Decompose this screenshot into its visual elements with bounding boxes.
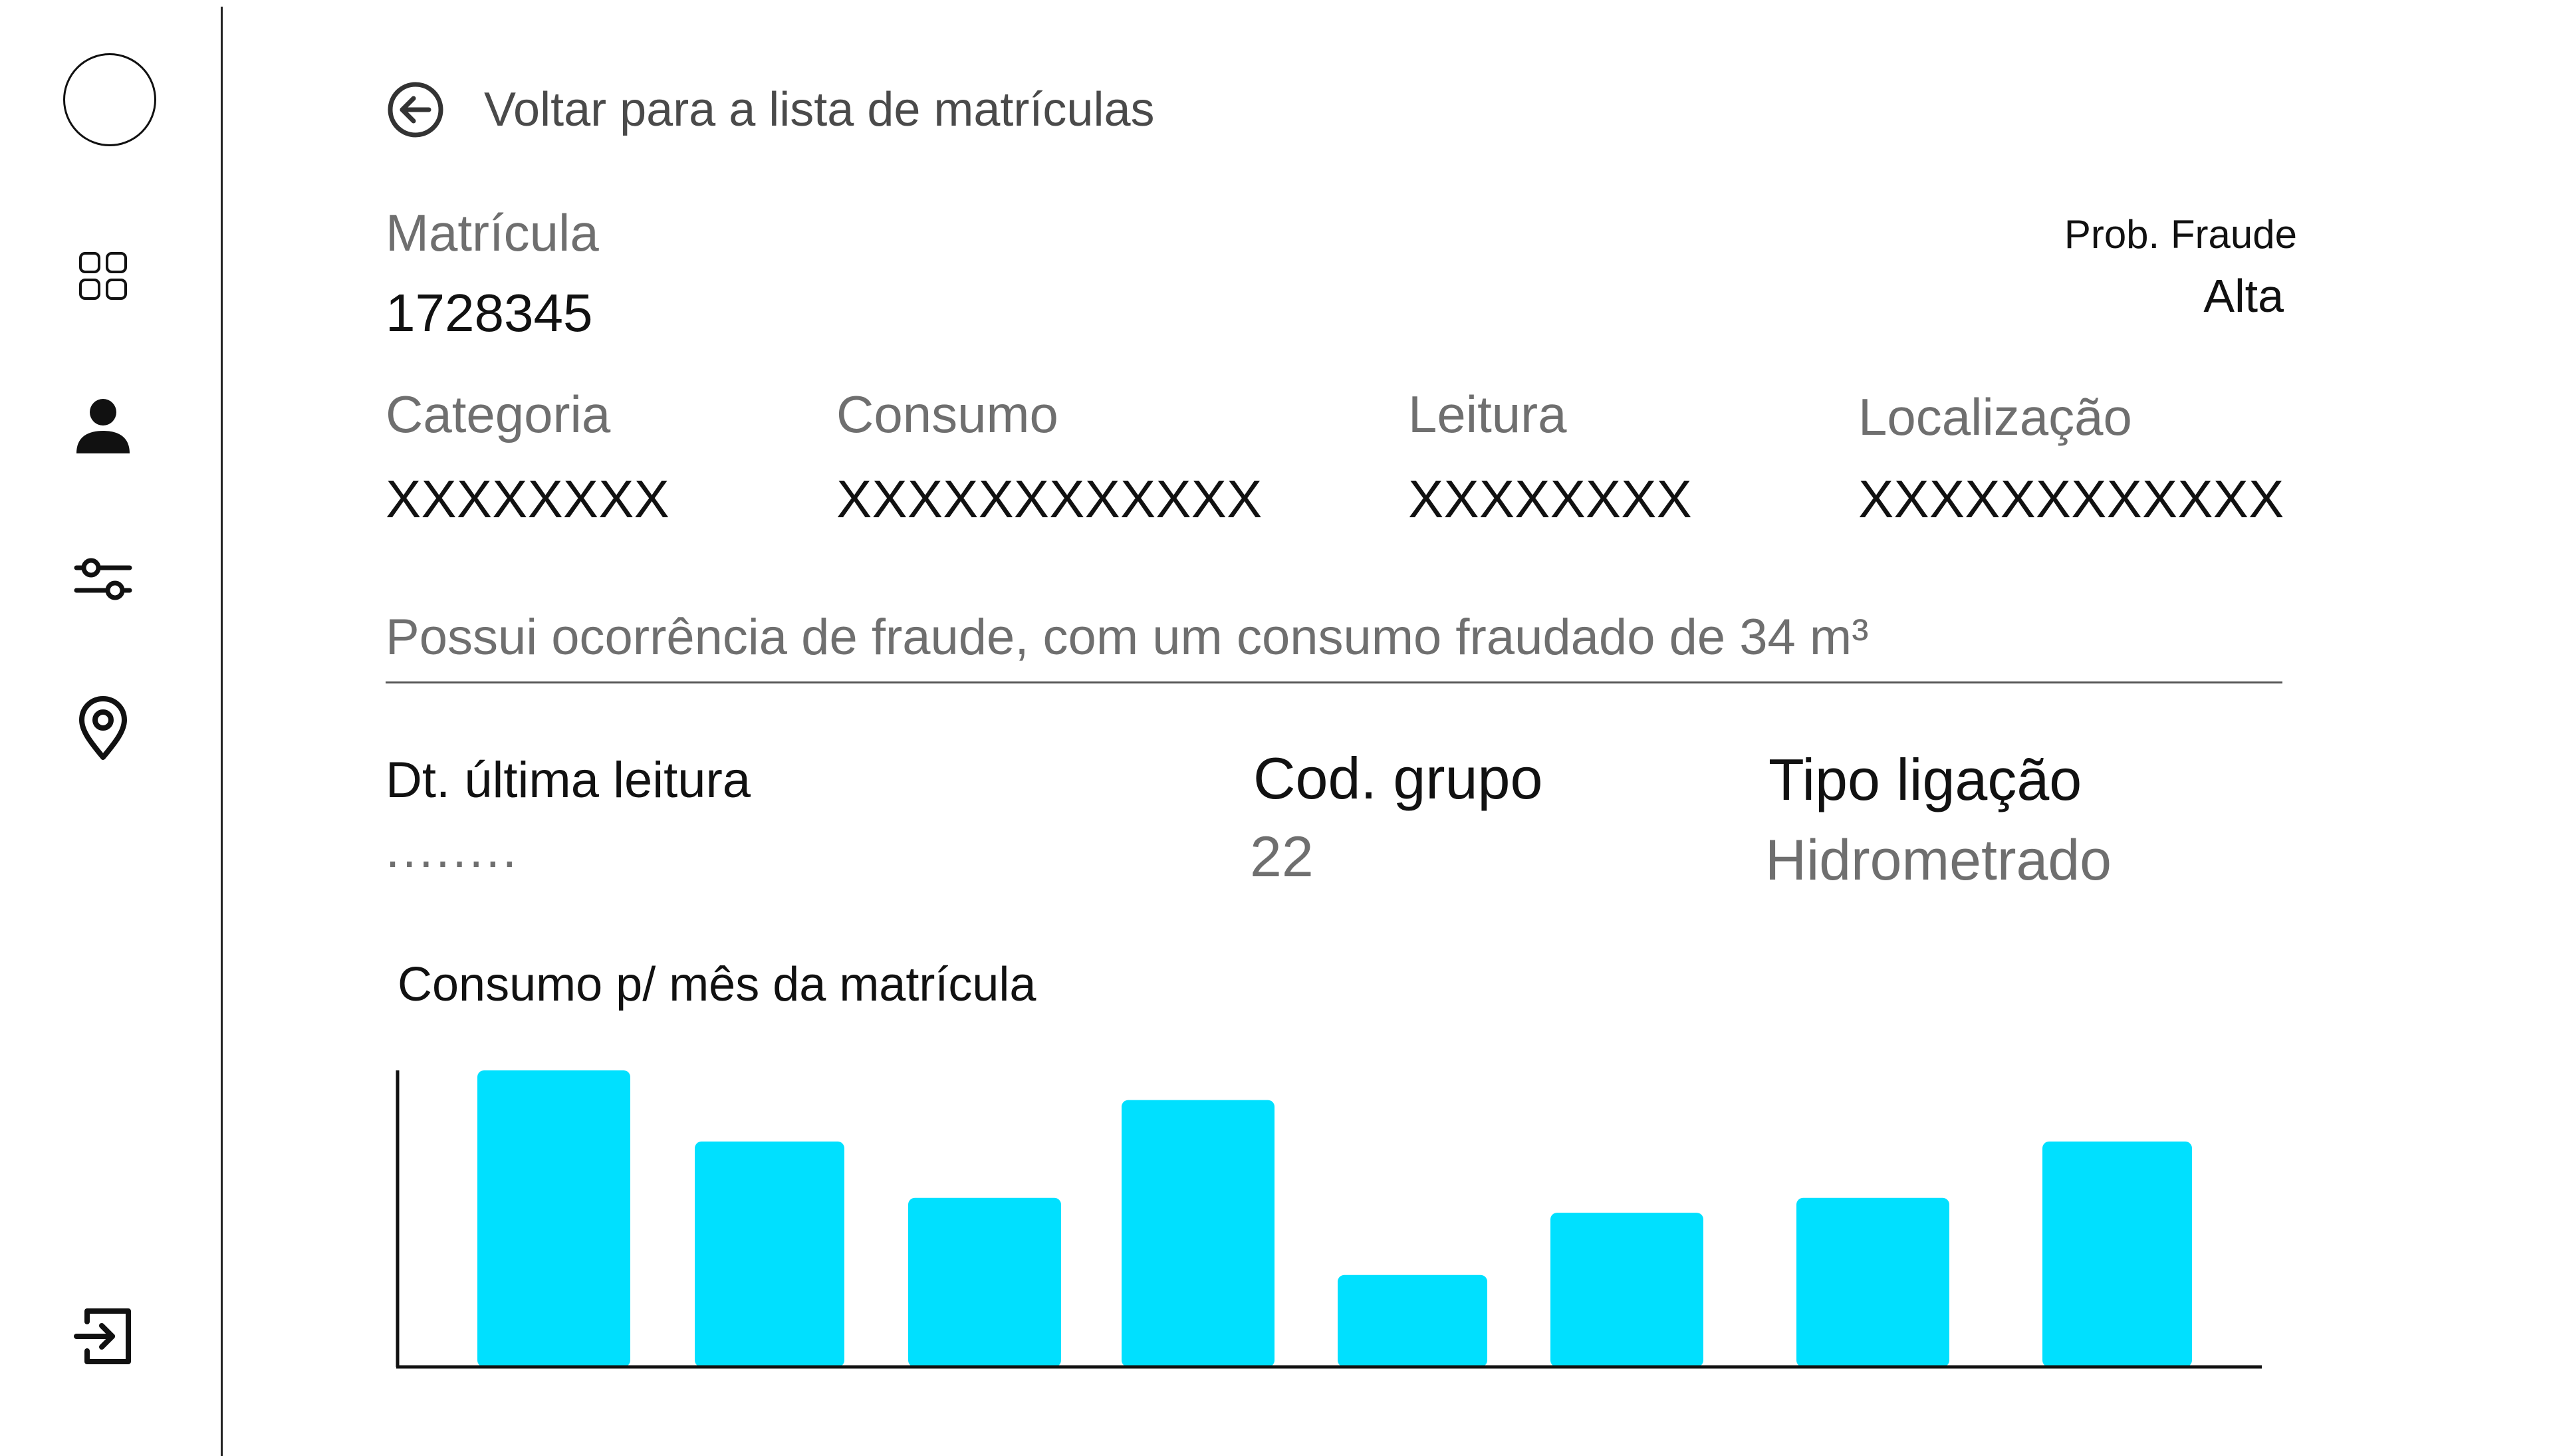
last-reading-label: Dt. última leitura xyxy=(386,752,751,808)
bar-chart xyxy=(396,1070,2262,1369)
chart-bar xyxy=(1550,1213,1703,1367)
chart-bar xyxy=(1338,1274,1487,1367)
group-code-label: Cod. grupo xyxy=(1253,745,1543,811)
group-code-value: 22 xyxy=(1250,825,1314,889)
chart-bar xyxy=(477,1070,630,1367)
sliders-icon[interactable] xyxy=(70,545,136,612)
fraud-notice: Possui ocorrência de fraude, com um cons… xyxy=(386,609,1869,666)
last-reading-value: ........ xyxy=(386,822,519,878)
location-value: XXXXXXXXXXXX xyxy=(1858,469,2284,529)
back-link[interactable]: Voltar para a lista de matrículas xyxy=(386,80,1155,140)
category-label: Categoria xyxy=(386,385,611,443)
chart-bar xyxy=(695,1142,844,1367)
divider xyxy=(386,681,2282,683)
chart-bar xyxy=(908,1197,1061,1367)
chart-bar xyxy=(1796,1197,1949,1367)
connection-type-label: Tipo ligação xyxy=(1768,747,2082,812)
matricula-value: 1728345 xyxy=(386,283,593,342)
consumption-value: XXXXXXXXXXXX xyxy=(836,469,1263,529)
chart-bar xyxy=(2042,1142,2192,1367)
user-icon[interactable] xyxy=(70,392,136,459)
avatar[interactable] xyxy=(63,53,156,146)
location-label: Localização xyxy=(1858,388,2132,446)
grid-icon[interactable] xyxy=(70,243,136,309)
sidebar xyxy=(0,0,222,1436)
fraud-probability-value: Alta xyxy=(2203,270,2284,322)
sidebar-divider xyxy=(221,7,223,1456)
back-link-label: Voltar para a lista de matrículas xyxy=(484,83,1155,136)
matricula-label: Matrícula xyxy=(386,203,599,262)
fraud-probability-label: Prob. Fraude xyxy=(2064,212,2297,257)
location-pin-icon[interactable] xyxy=(70,695,136,761)
chart-bar xyxy=(1122,1100,1275,1367)
category-value: XXXXXXXX xyxy=(386,469,669,529)
reading-label: Leitura xyxy=(1408,385,1567,443)
connection-type-value: Hidrometrado xyxy=(1765,828,2112,892)
arrow-left-circle-icon xyxy=(388,82,443,138)
consumption-chart xyxy=(392,1057,2267,1370)
reading-value: XXXXXXXX xyxy=(1408,469,1692,529)
logout-icon[interactable] xyxy=(70,1303,136,1370)
consumption-label: Consumo xyxy=(836,385,1058,443)
chart-title: Consumo p/ mês da matrícula xyxy=(398,958,1036,1011)
